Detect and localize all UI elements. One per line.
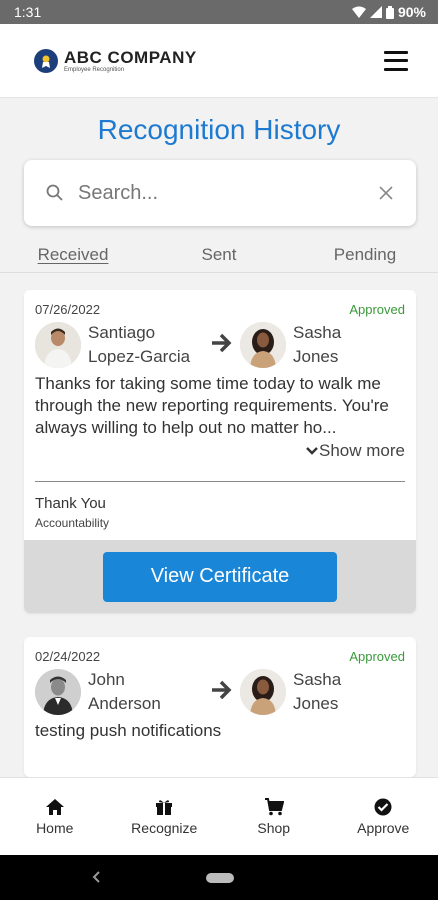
- company-name: ABC COMPANY: [64, 47, 197, 67]
- arrow-right-icon: [210, 680, 232, 705]
- signal-icon: [369, 6, 382, 18]
- status-time: 1:31: [14, 4, 42, 20]
- card-date: 07/26/2022: [35, 302, 101, 317]
- search-bar: [24, 160, 416, 226]
- recipient-last-name: Jones: [293, 694, 339, 713]
- card-date: 02/24/2022: [35, 649, 101, 664]
- page-title: Recognition History: [97, 114, 341, 145]
- sender-avatar: [35, 669, 81, 715]
- nav-home-label: Home: [36, 820, 74, 836]
- card-status: Approved: [349, 649, 405, 664]
- show-more-link[interactable]: Show more: [24, 439, 416, 461]
- card-message: Thanks for taking some time today to wal…: [35, 374, 389, 437]
- certificate-area: View Certificate: [24, 540, 416, 613]
- home-pill[interactable]: [206, 873, 234, 883]
- tab-sent[interactable]: Sent: [146, 238, 292, 272]
- status-icons: 90%: [351, 4, 426, 20]
- app-header: ABC COMPANY Employee Recognition: [0, 24, 438, 98]
- nav-recognize[interactable]: Recognize: [110, 778, 220, 855]
- sender: John Anderson: [35, 668, 210, 716]
- recognition-card[interactable]: 02/24/2022 Approved John Anderson Sasha …: [24, 637, 416, 777]
- recipient-last-name: Jones: [293, 347, 339, 366]
- company-logo[interactable]: ABC COMPANY Employee Recognition: [34, 47, 197, 73]
- card-people: John Anderson Sasha Jones: [24, 664, 416, 716]
- nav-recognize-label: Recognize: [131, 820, 198, 836]
- nav-shop-label: Shop: [257, 820, 291, 836]
- status-bar: 1:31 90%: [0, 0, 438, 24]
- view-certificate-button[interactable]: View Certificate: [103, 551, 337, 602]
- sender-last-name: Anderson: [88, 694, 161, 713]
- sender: Santiago Lopez-Garcia: [35, 321, 210, 369]
- show-more-label: Show more: [319, 441, 405, 460]
- nav-approve[interactable]: Approve: [329, 778, 438, 855]
- recipient: Sasha Jones: [240, 668, 415, 716]
- back-chevron-icon[interactable]: [88, 868, 106, 886]
- bottom-nav: Home Recognize Shop Approve: [0, 777, 438, 855]
- wifi-icon: [351, 6, 366, 18]
- search-icon: [46, 184, 63, 201]
- hamburger-menu-icon[interactable]: [384, 50, 408, 71]
- recognition-card[interactable]: 07/26/2022 Approved Santiago Lopez-Garci…: [24, 290, 416, 613]
- home-icon: [45, 799, 64, 815]
- sender-last-name: Lopez-Garcia: [88, 347, 191, 366]
- card-people: Santiago Lopez-Garcia Sasha Jones: [24, 317, 416, 369]
- clear-search-icon[interactable]: [378, 185, 394, 201]
- tab-pending-label: Pending: [333, 245, 397, 264]
- battery-percent: 90%: [397, 4, 426, 20]
- logo-badge-icon: [34, 48, 58, 73]
- recipient: Sasha Jones: [240, 321, 415, 369]
- sender-first-name: Santiago: [88, 323, 156, 342]
- card-value: Thank You: [35, 495, 106, 512]
- card-status: Approved: [349, 302, 405, 317]
- search-input[interactable]: [78, 181, 378, 205]
- card-message: testing push notifications: [35, 721, 222, 740]
- cart-icon: [264, 798, 284, 816]
- chevron-down-icon: [306, 447, 318, 455]
- system-nav-bar: [0, 855, 438, 900]
- nav-home[interactable]: Home: [0, 778, 110, 855]
- sender-first-name: John: [88, 670, 125, 689]
- recipient-first-name: Sasha: [293, 670, 342, 689]
- history-tabs: Received Sent Pending: [0, 238, 438, 272]
- tab-pending[interactable]: Pending: [292, 238, 438, 272]
- battery-icon: [385, 5, 394, 19]
- tab-sent-label: Sent: [201, 245, 237, 264]
- nav-shop[interactable]: Shop: [219, 778, 329, 855]
- nav-approve-label: Approve: [357, 820, 410, 836]
- sender-avatar: [35, 322, 81, 368]
- card-category: Accountability: [35, 516, 110, 530]
- arrow-right-icon: [210, 333, 232, 358]
- recipient-avatar: [240, 322, 286, 368]
- recognition-feed[interactable]: 07/26/2022 Approved Santiago Lopez-Garci…: [0, 273, 438, 777]
- check-circle-icon: [374, 798, 392, 816]
- gift-icon: [156, 800, 173, 815]
- recipient-avatar: [240, 669, 286, 715]
- recipient-first-name: Sasha: [293, 323, 342, 342]
- tab-received[interactable]: Received: [0, 238, 146, 272]
- company-subtitle: Employee Recognition: [64, 66, 125, 73]
- tab-received-label: Received: [37, 245, 109, 264]
